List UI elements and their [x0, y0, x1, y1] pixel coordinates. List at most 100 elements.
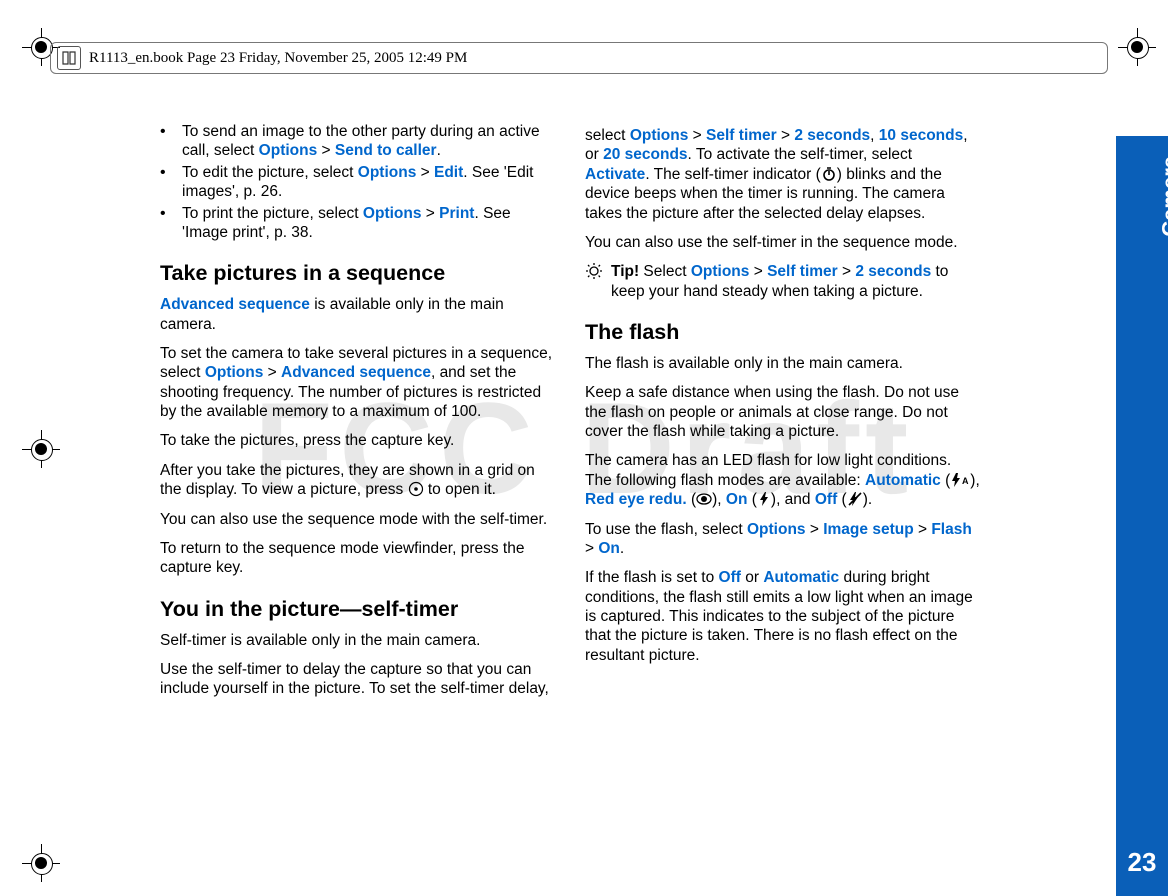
menu-link: Edit: [434, 164, 463, 181]
bullet-dot: •: [160, 163, 182, 202]
heading-flash: The flash: [585, 319, 980, 346]
paragraph: To return to the sequence mode viewfinde…: [160, 539, 555, 578]
heading-sequence: Take pictures in a sequence: [160, 260, 555, 287]
bullet-item: • To print the picture, select Options >…: [160, 204, 555, 243]
text: select: [585, 127, 630, 144]
book-icon: [57, 46, 81, 70]
flash-off-icon: [847, 491, 863, 507]
menu-link: Print: [439, 205, 474, 222]
paragraph: select Options > Self timer > 2 seconds,…: [585, 126, 980, 223]
paragraph: If the flash is set to Off or Automatic …: [585, 568, 980, 665]
text: ),: [712, 491, 726, 508]
flash-on-icon: [757, 491, 771, 507]
menu-link: Automatic: [763, 569, 839, 586]
bullet-dot: •: [160, 204, 182, 243]
text: To edit the picture, select: [182, 164, 358, 181]
paragraph: To set the camera to take several pictur…: [160, 344, 555, 422]
menu-link: Flash: [931, 521, 971, 538]
page: R1113_en.book Page 23 Friday, November 2…: [0, 0, 1168, 896]
paragraph: To use the flash, select Options > Image…: [585, 520, 980, 559]
menu-link: Send to caller: [335, 142, 437, 159]
crop-mark: [22, 430, 60, 468]
menu-link: Automatic: [865, 472, 941, 489]
text: >: [914, 521, 932, 538]
page-number: 23: [1116, 847, 1168, 878]
text: >: [317, 142, 335, 159]
menu-link: 2 seconds: [855, 263, 931, 280]
paragraph: The camera has an LED flash for low ligh…: [585, 451, 980, 509]
header-text: R1113_en.book Page 23 Friday, November 2…: [89, 50, 467, 67]
menu-link: Advanced sequence: [160, 296, 310, 313]
text: >: [838, 263, 856, 280]
paragraph: Use the self-timer to delay the capture …: [160, 660, 555, 699]
menu-link: Options: [358, 164, 417, 181]
paragraph: You can also use the self-timer in the s…: [585, 233, 980, 252]
text: >: [688, 127, 706, 144]
crop-mark: [22, 844, 60, 882]
tip-icon: [585, 262, 611, 301]
text: Select: [639, 263, 691, 280]
menu-link: 10 seconds: [879, 127, 963, 144]
menu-link: On: [726, 491, 748, 508]
menu-link: Red eye redu.: [585, 491, 687, 508]
menu-link: Options: [630, 127, 689, 144]
text: >: [749, 263, 767, 280]
menu-link: Options: [747, 521, 806, 538]
text: .: [620, 540, 624, 557]
menu-link: Options: [691, 263, 750, 280]
menu-link: Options: [259, 142, 318, 159]
menu-link: Off: [815, 491, 837, 508]
paragraph: After you take the pictures, they are sh…: [160, 461, 555, 500]
text: ),: [970, 472, 979, 489]
paragraph: Advanced sequence is available only in t…: [160, 295, 555, 334]
framemaker-header: R1113_en.book Page 23 Friday, November 2…: [50, 42, 1108, 74]
content-area: • To send an image to the other party du…: [160, 120, 980, 709]
text: >: [777, 127, 795, 144]
text: .: [437, 142, 441, 159]
joystick-icon: [408, 481, 424, 497]
flash-auto-icon: A: [950, 472, 970, 488]
text: >: [421, 205, 439, 222]
paragraph: To take the pictures, press the capture …: [160, 431, 555, 450]
tip-row: Tip! Select Options > Self timer > 2 sec…: [585, 262, 980, 301]
paragraph: Keep a safe distance when using the flas…: [585, 383, 980, 441]
menu-link: Advanced sequence: [281, 364, 431, 381]
menu-link: 20 seconds: [603, 146, 687, 163]
menu-link: Image setup: [823, 521, 913, 538]
menu-link: On: [598, 540, 620, 557]
text: . To activate the self-timer, select: [688, 146, 913, 163]
bullet-item: • To send an image to the other party du…: [160, 122, 555, 161]
text: >: [806, 521, 824, 538]
timer-indicator-icon: [821, 166, 837, 182]
crop-mark: [1118, 28, 1156, 66]
bullet-dot: •: [160, 122, 182, 161]
svg-text:A: A: [962, 476, 969, 486]
text: to open it.: [424, 481, 496, 498]
redeye-icon: [696, 491, 712, 507]
menu-link: 2 seconds: [794, 127, 870, 144]
text: or: [741, 569, 763, 586]
text: ), and: [771, 491, 815, 508]
text: ).: [863, 491, 872, 508]
menu-link: Options: [205, 364, 264, 381]
tip-label: Tip!: [611, 263, 639, 280]
menu-link: Off: [719, 569, 741, 586]
menu-link: Self timer: [706, 127, 777, 144]
paragraph: The flash is available only in the main …: [585, 354, 980, 373]
text: (: [747, 491, 756, 508]
chapter-label: Camera: [1158, 156, 1168, 237]
text: (: [687, 491, 696, 508]
left-column: • To send an image to the other party du…: [160, 120, 555, 709]
text: >: [263, 364, 281, 381]
text: >: [585, 540, 598, 557]
right-column: select Options > Self timer > 2 seconds,…: [585, 120, 980, 709]
text: If the flash is set to: [585, 569, 719, 586]
menu-link: Self timer: [767, 263, 838, 280]
paragraph: Self-timer is available only in the main…: [160, 631, 555, 650]
text: To use the flash, select: [585, 521, 747, 538]
menu-link: Activate: [585, 166, 645, 183]
text: ,: [870, 127, 879, 144]
text: >: [416, 164, 434, 181]
paragraph: You can also use the sequence mode with …: [160, 510, 555, 529]
text: (: [941, 472, 950, 489]
